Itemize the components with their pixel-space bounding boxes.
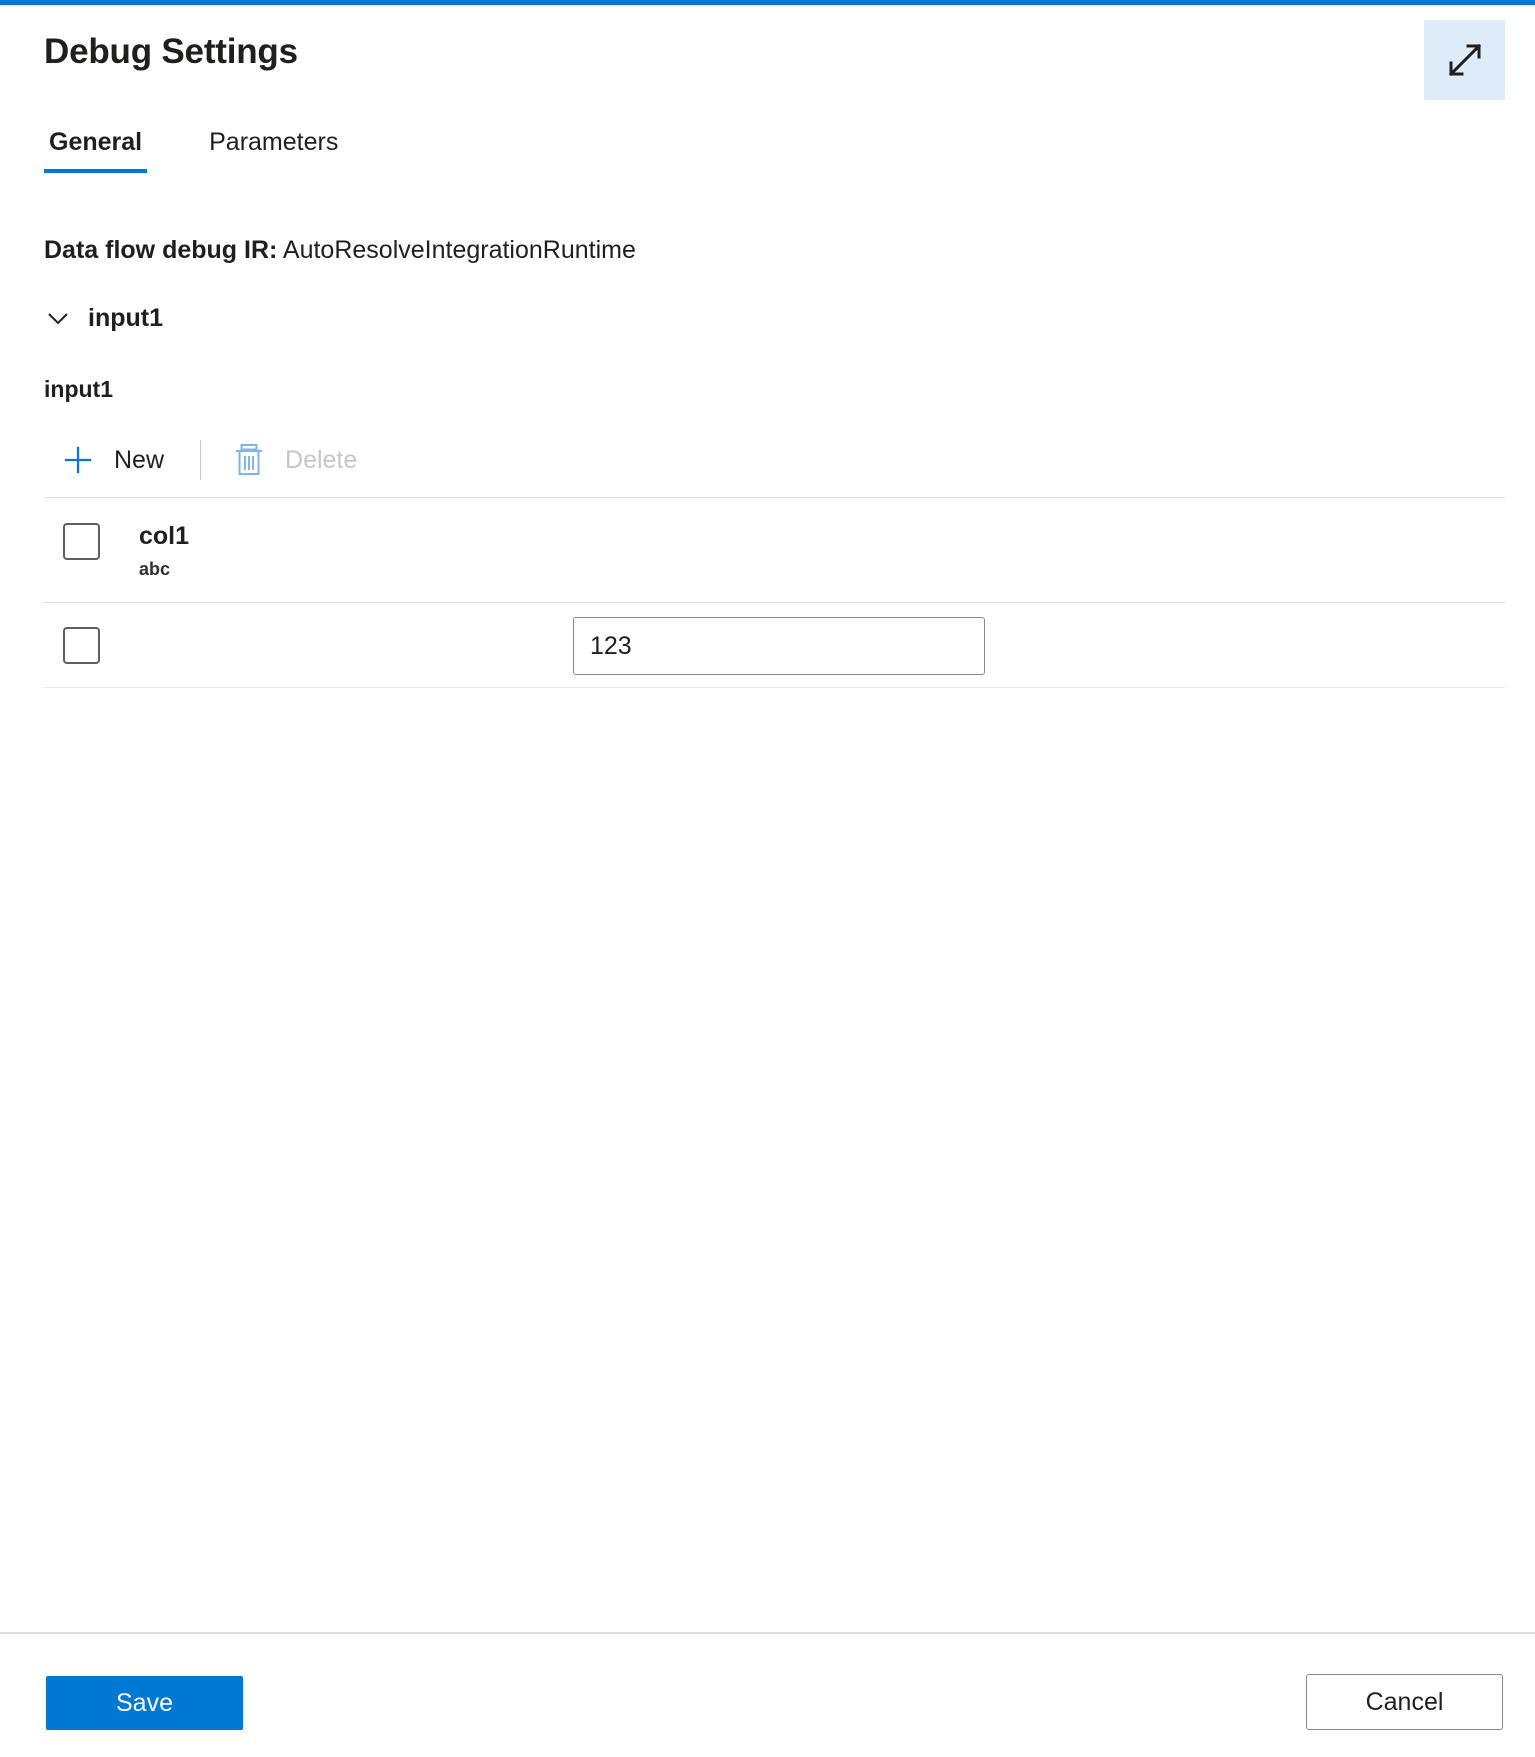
stream-toggle-label: input1	[88, 304, 163, 332]
command-bar-separator	[200, 440, 202, 480]
data-flow-debug-ir-label: Data flow debug IR:	[44, 236, 278, 264]
table-row	[44, 602, 1505, 688]
delete-row-button[interactable]: Delete	[215, 432, 375, 488]
expand-panel-button[interactable]	[1424, 20, 1505, 100]
data-flow-debug-ir: Data flow debug IR: AutoResolveIntegrati…	[44, 233, 636, 267]
grid-header-row: col1 abc	[44, 497, 1505, 602]
debug-values-grid: col1 abc	[44, 497, 1505, 688]
column-name-label: col1	[139, 522, 190, 550]
expand-diagonal-arrows-icon	[1443, 38, 1487, 82]
panel-header: Debug Settings	[0, 5, 1535, 120]
delete-row-button-label: Delete	[285, 445, 358, 474]
row-value-input[interactable]	[573, 617, 985, 675]
settings-tabs: General Parameters	[44, 125, 400, 185]
new-row-button[interactable]: New	[44, 432, 182, 488]
trash-icon	[233, 444, 265, 476]
save-button[interactable]: Save	[46, 1676, 243, 1730]
column-type-label: abc	[139, 559, 171, 579]
grid-row-check-cell	[44, 626, 139, 664]
cancel-button[interactable]: Cancel	[1306, 1674, 1503, 1730]
row-select-checkbox[interactable]	[63, 626, 100, 664]
grid-command-bar: New Delete	[44, 425, 1505, 495]
tab-general[interactable]: General	[44, 125, 148, 173]
tab-parameters[interactable]: Parameters	[204, 125, 343, 173]
plus-icon	[62, 444, 94, 476]
data-flow-debug-ir-value: AutoResolveIntegrationRuntime	[282, 236, 636, 264]
chevron-down-icon	[44, 304, 72, 332]
grid-row-value-cell	[573, 617, 985, 675]
stream-collapse-toggle[interactable]: input1	[44, 298, 163, 338]
grid-header-column-cell: col1 abc	[139, 498, 1505, 581]
source-stream-name: input1	[44, 376, 113, 402]
select-all-checkbox[interactable]	[63, 523, 100, 560]
new-row-button-label: New	[114, 445, 165, 474]
panel-footer: Save Cancel	[0, 1632, 1535, 1757]
debug-settings-panel: Debug Settings General Parameters Data f…	[0, 5, 1535, 1757]
grid-header-check-cell	[44, 498, 139, 560]
page-title: Debug Settings	[44, 32, 298, 71]
